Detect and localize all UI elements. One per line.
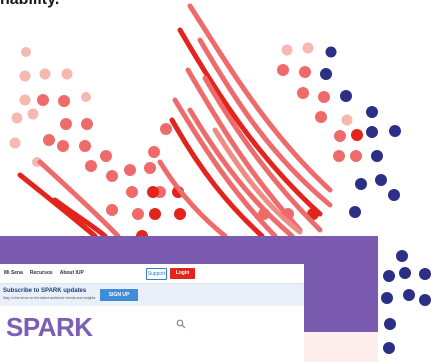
sign-up-button[interactable]: SIGN UP [100,289,138,301]
nav-link-mi-sena[interactable]: Mi Sena [4,270,23,276]
nav-link-recursos[interactable]: Recursos [30,270,53,276]
search-icon[interactable] [176,319,186,329]
subscribe-description: Stay in the know on the latest workforce… [3,296,97,300]
subscribe-title: Subscribe to SPARK updates [3,288,87,294]
website-screen: Mi Sena Recursos About IUP Support Login… [0,264,304,362]
login-button[interactable]: Login [170,268,195,279]
pink-strip [304,332,378,362]
spark-logo[interactable]: SPARK [6,312,93,343]
subscribe-banner: Subscribe to SPARK updates Stay in the k… [0,284,304,306]
support-button[interactable]: Support [146,268,167,280]
top-navigation: Mi Sena Recursos About IUP Support Login [0,264,304,284]
nav-links: Mi Sena Recursos About IUP [4,270,84,276]
nav-link-about[interactable]: About IUP [60,270,84,276]
